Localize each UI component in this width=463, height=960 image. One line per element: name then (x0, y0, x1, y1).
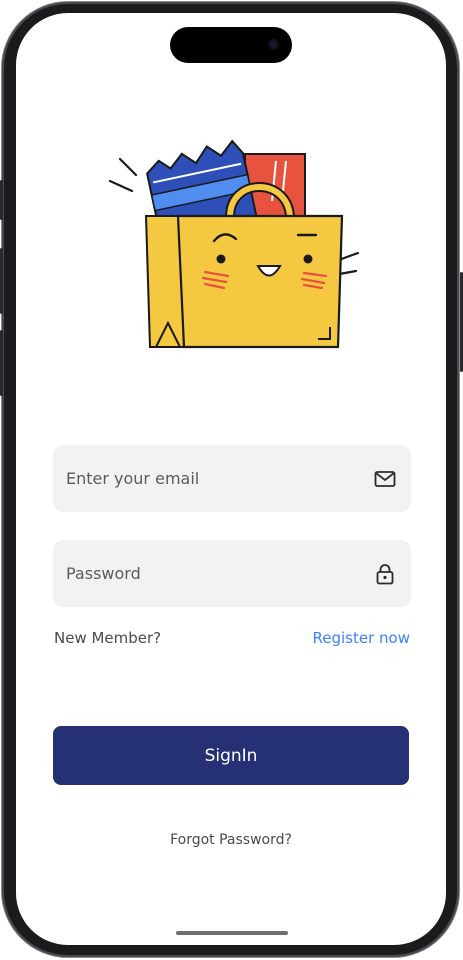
home-indicator[interactable] (176, 931, 288, 935)
front-camera (268, 39, 279, 50)
new-member-label: New Member? (54, 629, 162, 647)
shopping-bag-illustration (108, 139, 360, 349)
app-screen: New Member? Register now SignIn Forgot P… (16, 13, 446, 945)
password-input[interactable] (53, 540, 343, 607)
signin-button[interactable]: SignIn (53, 726, 409, 785)
lock-icon (376, 564, 394, 585)
email-input[interactable] (53, 445, 343, 512)
email-field-container (53, 445, 411, 512)
password-field-container (53, 540, 411, 607)
volume-up-button (0, 248, 3, 314)
action-button (0, 180, 3, 220)
forgot-password-link[interactable]: Forgot Password? (16, 832, 446, 848)
mail-icon (374, 471, 396, 487)
register-now-link[interactable]: Register now (313, 629, 410, 647)
register-row: New Member? Register now (53, 625, 411, 651)
dynamic-island (170, 27, 292, 63)
volume-down-button (0, 330, 3, 396)
